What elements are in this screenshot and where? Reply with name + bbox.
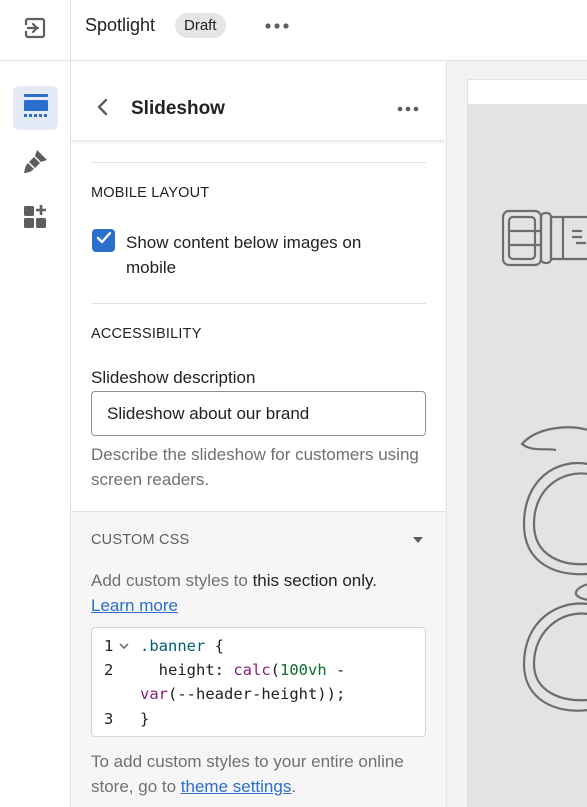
code-text: var(--header-height)); [140, 685, 346, 703]
slideshow-image[interactable] [468, 104, 587, 807]
checkbox-label[interactable]: Show content below images on mobile [126, 230, 396, 280]
status-badge: Draft [175, 13, 226, 38]
exit-icon [23, 16, 47, 45]
slideshow-description-label: Slideshow description [91, 368, 256, 387]
panel-title: Slideshow [131, 98, 225, 119]
accessibility-heading: ACCESSIBILITY [91, 326, 202, 342]
code-text: } [140, 710, 150, 728]
preview-page [467, 79, 587, 807]
panel-header: Slideshow [71, 61, 446, 140]
section-settings-panel: Slideshow MOBILE LAYOUT Show content bel… [71, 61, 447, 807]
divider [91, 162, 426, 163]
intro-prefix: Add custom styles to [91, 571, 253, 590]
theme-preview [447, 61, 587, 807]
custom-css-heading[interactable]: CUSTOM CSS [91, 532, 189, 548]
mobile-layout-heading: MOBILE LAYOUT [91, 185, 210, 201]
custom-css-footer: To add custom styles to your entire onli… [91, 749, 431, 799]
footer-suffix: . [291, 777, 297, 796]
line-number: 2 [104, 661, 114, 679]
divider [91, 303, 426, 304]
rail-item-sections[interactable] [13, 86, 58, 130]
custom-css-toggle[interactable] [407, 531, 429, 549]
sections-icon [23, 93, 49, 123]
custom-css-intro: Add custom styles to this section only. … [91, 568, 431, 618]
rail-item-theme-settings[interactable] [13, 141, 58, 185]
checkmark-icon [96, 231, 112, 250]
left-rail [0, 61, 71, 807]
back-button[interactable] [89, 95, 117, 123]
code-line: 3 } [92, 707, 427, 731]
more-horizontal-icon [397, 99, 419, 117]
slideshow-description-help: Describe the slideshow for customers usi… [91, 445, 419, 489]
intro-emphasis: this section only. [252, 571, 377, 590]
paintbrush-icon [23, 148, 49, 179]
line-number: 3 [104, 710, 114, 728]
fold-chevron-icon[interactable] [119, 634, 129, 658]
chevron-left-icon [96, 98, 110, 121]
learn-more-link[interactable]: Learn more [91, 596, 178, 615]
theme-actions-button[interactable] [262, 13, 292, 37]
slideshow-description-input[interactable] [91, 391, 426, 436]
rail-item-apps[interactable] [13, 196, 58, 240]
code-line: 1 .banner { [92, 634, 427, 658]
caret-down-icon [412, 531, 424, 549]
belt-icon [501, 209, 587, 274]
show-content-below-images-checkbox[interactable] [92, 229, 115, 252]
code-text: .banner { [140, 637, 224, 655]
apps-icon [23, 203, 49, 234]
glasses-icon [516, 424, 587, 719]
code-line: 2 height: calc(100vh - [92, 658, 427, 682]
theme-settings-link[interactable]: theme settings [181, 777, 292, 796]
code-line: var(--header-height)); [92, 682, 427, 706]
section-actions-button[interactable] [393, 96, 423, 120]
theme-name: Spotlight [85, 15, 156, 35]
code-text: height: calc(100vh - [140, 661, 346, 679]
line-number: 1 [104, 637, 114, 655]
css-code-editor[interactable]: 1 .banner { 2 height: calc(100vh - var(-… [91, 627, 426, 737]
exit-button[interactable] [0, 0, 71, 60]
top-bar: Spotlight Draft [0, 0, 587, 61]
more-horizontal-icon [265, 16, 289, 34]
